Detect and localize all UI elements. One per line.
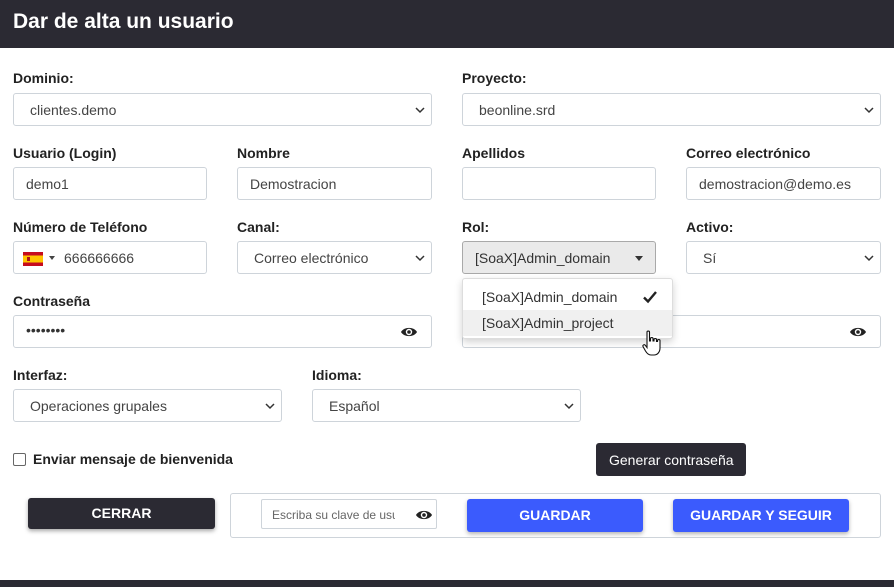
eye-icon[interactable] bbox=[849, 325, 867, 339]
rol-select[interactable]: [SoaX]Admin_domain bbox=[462, 241, 656, 274]
contrasena-label: Contraseña bbox=[13, 293, 91, 309]
correo-input[interactable]: demostracion@demo.es bbox=[686, 167, 881, 200]
dominio-label: Dominio: bbox=[13, 70, 74, 86]
rol-option-admin-domain[interactable]: [SoaX]Admin_domain bbox=[463, 284, 672, 310]
correo-value: demostracion@demo.es bbox=[699, 176, 851, 192]
contrasena-input[interactable]: •••••••• bbox=[13, 315, 432, 348]
telefono-label: Número de Teléfono bbox=[13, 219, 148, 235]
canal-select[interactable]: Correo electrónico bbox=[237, 241, 432, 274]
dominio-select[interactable]: clientes.demo bbox=[13, 93, 432, 126]
chevron-down-icon bbox=[564, 403, 574, 410]
welcome-checkbox[interactable] bbox=[13, 453, 26, 466]
activo-value: Sí bbox=[703, 250, 717, 266]
canal-value: Correo electrónico bbox=[254, 250, 369, 266]
eye-icon[interactable] bbox=[400, 325, 418, 339]
activo-select[interactable]: Sí bbox=[686, 241, 881, 274]
save-button[interactable]: GUARDAR bbox=[467, 499, 643, 532]
contrasena-value: •••••••• bbox=[26, 322, 66, 338]
apellidos-label: Apellidos bbox=[462, 145, 526, 161]
rol-option-label: [SoaX]Admin_domain bbox=[482, 289, 618, 305]
chevron-down-icon bbox=[415, 255, 425, 262]
user-key-input[interactable]: Escriba su clave de usuario bbox=[261, 499, 437, 529]
rol-value: [SoaX]Admin_domain bbox=[475, 250, 611, 266]
nombre-label: Nombre bbox=[237, 145, 290, 161]
chevron-down-icon bbox=[415, 107, 425, 114]
idioma-value: Español bbox=[329, 398, 380, 414]
proyecto-select[interactable]: beonline.srd bbox=[462, 93, 881, 126]
chevron-down-icon bbox=[265, 403, 275, 410]
hand-cursor-icon bbox=[642, 330, 661, 356]
usuario-value: demo1 bbox=[26, 176, 69, 192]
close-button[interactable]: CERRAR bbox=[28, 498, 215, 529]
interfaz-label: Interfaz: bbox=[13, 367, 68, 383]
page-header: Dar de alta un usuario bbox=[0, 0, 894, 48]
check-icon bbox=[643, 291, 657, 304]
chevron-down-icon bbox=[864, 107, 874, 114]
correo-label: Correo electrónico bbox=[686, 145, 811, 161]
activo-label: Activo: bbox=[686, 219, 734, 235]
save-continue-button[interactable]: GUARDAR Y SEGUIR bbox=[673, 499, 849, 532]
nombre-input[interactable]: Demostracion bbox=[237, 167, 432, 200]
chevron-down-icon bbox=[864, 255, 874, 262]
user-key-placeholder: Escriba su clave de usuario bbox=[272, 508, 395, 522]
spain-flag-icon[interactable] bbox=[23, 252, 43, 266]
page-title: Dar de alta un usuario bbox=[13, 10, 234, 33]
interfaz-value: Operaciones grupales bbox=[30, 398, 167, 414]
tooltip-text: Generar contraseña bbox=[609, 452, 734, 468]
caret-down-icon bbox=[635, 256, 643, 261]
usuario-input[interactable]: demo1 bbox=[13, 167, 207, 200]
usuario-label: Usuario (Login) bbox=[13, 145, 117, 161]
proyecto-value: beonline.srd bbox=[479, 102, 556, 118]
welcome-label[interactable]: Enviar mensaje de bienvenida bbox=[33, 451, 233, 467]
dominio-value: clientes.demo bbox=[30, 102, 117, 118]
apellidos-input[interactable] bbox=[462, 167, 656, 200]
caret-down-icon bbox=[49, 256, 55, 260]
idioma-label: Idioma: bbox=[312, 367, 362, 383]
generate-password-tooltip: Generar contraseña bbox=[596, 443, 746, 476]
interfaz-select[interactable]: Operaciones grupales bbox=[13, 389, 282, 422]
idioma-select[interactable]: Español bbox=[312, 389, 581, 422]
eye-icon[interactable] bbox=[415, 508, 433, 522]
telefono-value: 666666666 bbox=[64, 250, 135, 266]
rol-label: Rol: bbox=[462, 219, 490, 235]
rol-option-label: [SoaX]Admin_project bbox=[482, 315, 614, 331]
canal-label: Canal: bbox=[237, 219, 280, 235]
bottom-bar bbox=[0, 580, 894, 587]
telefono-input[interactable]: 666666666 bbox=[13, 241, 207, 274]
proyecto-label: Proyecto: bbox=[462, 70, 527, 86]
nombre-value: Demostracion bbox=[250, 176, 337, 192]
rol-option-admin-project[interactable]: [SoaX]Admin_project bbox=[463, 310, 672, 336]
